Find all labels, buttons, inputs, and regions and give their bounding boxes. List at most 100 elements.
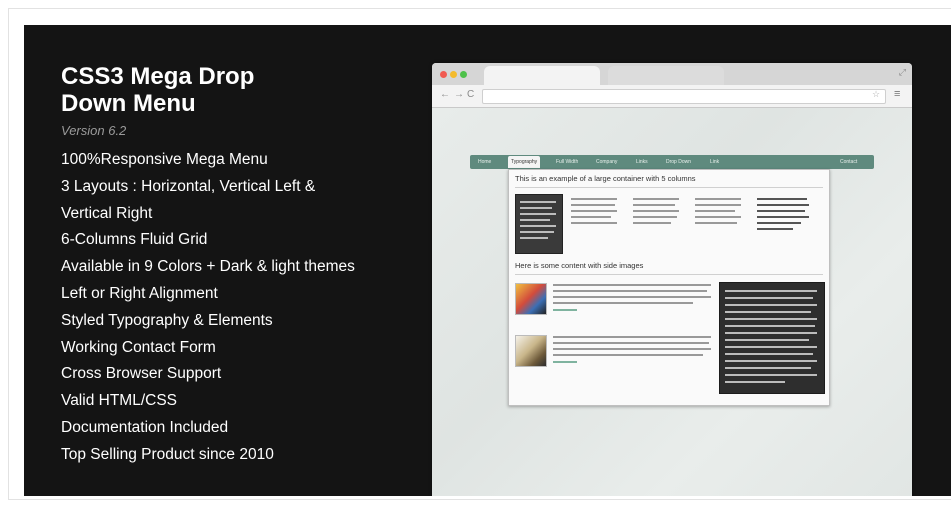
- text-line: [571, 210, 617, 212]
- text-line: [520, 213, 556, 215]
- dark-column-box: [515, 194, 563, 254]
- dark-text-box: [719, 282, 825, 394]
- text-line: [757, 198, 807, 200]
- text-line: [553, 296, 711, 298]
- text-line: [725, 367, 811, 369]
- text-line: [520, 201, 556, 203]
- text-line: [633, 222, 671, 224]
- divider: [515, 274, 823, 275]
- dropdown-heading-columns: This is an example of a large container …: [515, 174, 696, 183]
- feature-item: Cross Browser Support: [61, 365, 222, 383]
- product-title-line-2: Down Menu: [61, 90, 196, 117]
- read-more-link: [553, 361, 577, 363]
- text-line: [725, 360, 817, 362]
- text-line: [553, 336, 711, 338]
- text-line: [725, 290, 817, 292]
- text-line: [725, 353, 813, 355]
- text-line: [571, 216, 611, 218]
- text-line: [695, 216, 741, 218]
- side-image-thumbnail: [515, 335, 547, 367]
- text-line: [520, 219, 550, 221]
- forward-arrow-icon: →: [454, 89, 464, 100]
- url-field: [482, 89, 886, 104]
- text-line: [725, 346, 817, 348]
- text-line: [633, 216, 677, 218]
- text-line: [695, 222, 737, 224]
- divider: [515, 187, 823, 188]
- feature-list: 100%Responsive Mega Menu 3 Layouts : Hor…: [61, 147, 355, 469]
- menu-item-drop-down: Drop Down: [666, 159, 692, 165]
- text-line: [520, 231, 554, 233]
- text-line: [571, 222, 617, 224]
- menu-item-full-width: Full Width: [556, 159, 579, 165]
- text-line: [725, 332, 817, 334]
- feature-item: Available in 9 Colors + Dark & light the…: [61, 258, 355, 276]
- menu-item-typography: Typography: [508, 156, 541, 168]
- menu-item-link: Link: [710, 159, 720, 165]
- text-line: [725, 374, 817, 376]
- text-line: [571, 198, 617, 200]
- browser-tab-strip: ⤢: [432, 63, 912, 85]
- browser-menu-icon: ≡: [894, 88, 901, 100]
- feature-item: Documentation Included: [61, 418, 229, 436]
- text-line: [757, 228, 793, 230]
- text-line: [725, 339, 809, 341]
- text-line: [520, 237, 548, 239]
- text-line: [695, 198, 741, 200]
- feature-item: 6-Columns Fluid Grid: [61, 231, 208, 249]
- product-version: Version 6.2: [61, 123, 127, 138]
- window-close-dot-icon: [440, 71, 447, 78]
- text-line: [725, 318, 817, 320]
- read-more-link: [553, 309, 577, 311]
- text-line: [725, 304, 817, 306]
- menu-item-home: Home: [478, 159, 492, 165]
- product-title: CSS3 Mega Drop Down Menu: [61, 63, 254, 117]
- menu-item-company: Company: [596, 159, 618, 165]
- browser-preview: ⤢ ← → C ☆ ≡ Home Typography Full Width C…: [432, 63, 912, 496]
- feature-item: 100%Responsive Mega Menu: [61, 151, 268, 168]
- text-line: [633, 204, 675, 206]
- text-line: [757, 210, 805, 212]
- text-line: [725, 311, 811, 313]
- text-line: [757, 222, 801, 224]
- text-line: [725, 325, 815, 327]
- text-line: [553, 348, 711, 350]
- side-image-thumbnail: [515, 283, 547, 315]
- product-title-line-1: CSS3 Mega Drop: [61, 63, 255, 90]
- dropdown-heading-images: Here is some content with side images: [515, 261, 644, 270]
- feature-item: Left or Right Alignment: [61, 284, 218, 302]
- text-line: [520, 225, 556, 227]
- feature-item: Valid HTML/CSS: [61, 392, 177, 410]
- text-line: [633, 210, 679, 212]
- bookmark-star-icon: ☆: [872, 89, 881, 99]
- text-line: [633, 198, 679, 200]
- menu-item-contact: Contact: [840, 159, 858, 165]
- feature-item: Vertical Right: [61, 204, 153, 222]
- text-line: [553, 302, 693, 304]
- product-banner: CSS3 Mega Drop Down Menu Version 6.2 100…: [24, 25, 951, 496]
- window-minimize-dot-icon: [450, 71, 457, 78]
- fullscreen-icon: ⤢: [898, 67, 906, 77]
- mega-menu-dropdown-panel: This is an example of a large container …: [508, 169, 830, 406]
- text-line: [571, 204, 615, 206]
- text-line: [725, 297, 813, 299]
- text-line: [695, 210, 735, 212]
- mega-menu-bar: Home Typography Full Width Company Links…: [470, 155, 874, 169]
- window-maximize-dot-icon: [460, 71, 467, 78]
- text-line: [695, 204, 741, 206]
- text-line: [553, 342, 709, 344]
- text-line: [757, 216, 809, 218]
- back-arrow-icon: ←: [440, 89, 450, 100]
- text-line: [725, 381, 785, 383]
- text-line: [520, 207, 552, 209]
- browser-address-bar: ← → C ☆ ≡: [432, 85, 912, 108]
- preview-page: Home Typography Full Width Company Links…: [432, 108, 912, 496]
- reload-icon: C: [467, 89, 475, 100]
- feature-item: Styled Typography & Elements: [61, 311, 273, 329]
- text-line: [553, 290, 707, 292]
- text-line: [757, 204, 809, 206]
- text-line: [553, 354, 703, 356]
- text-line: [553, 284, 711, 286]
- browser-tab: [484, 66, 600, 85]
- menu-item-links: Links: [636, 159, 648, 165]
